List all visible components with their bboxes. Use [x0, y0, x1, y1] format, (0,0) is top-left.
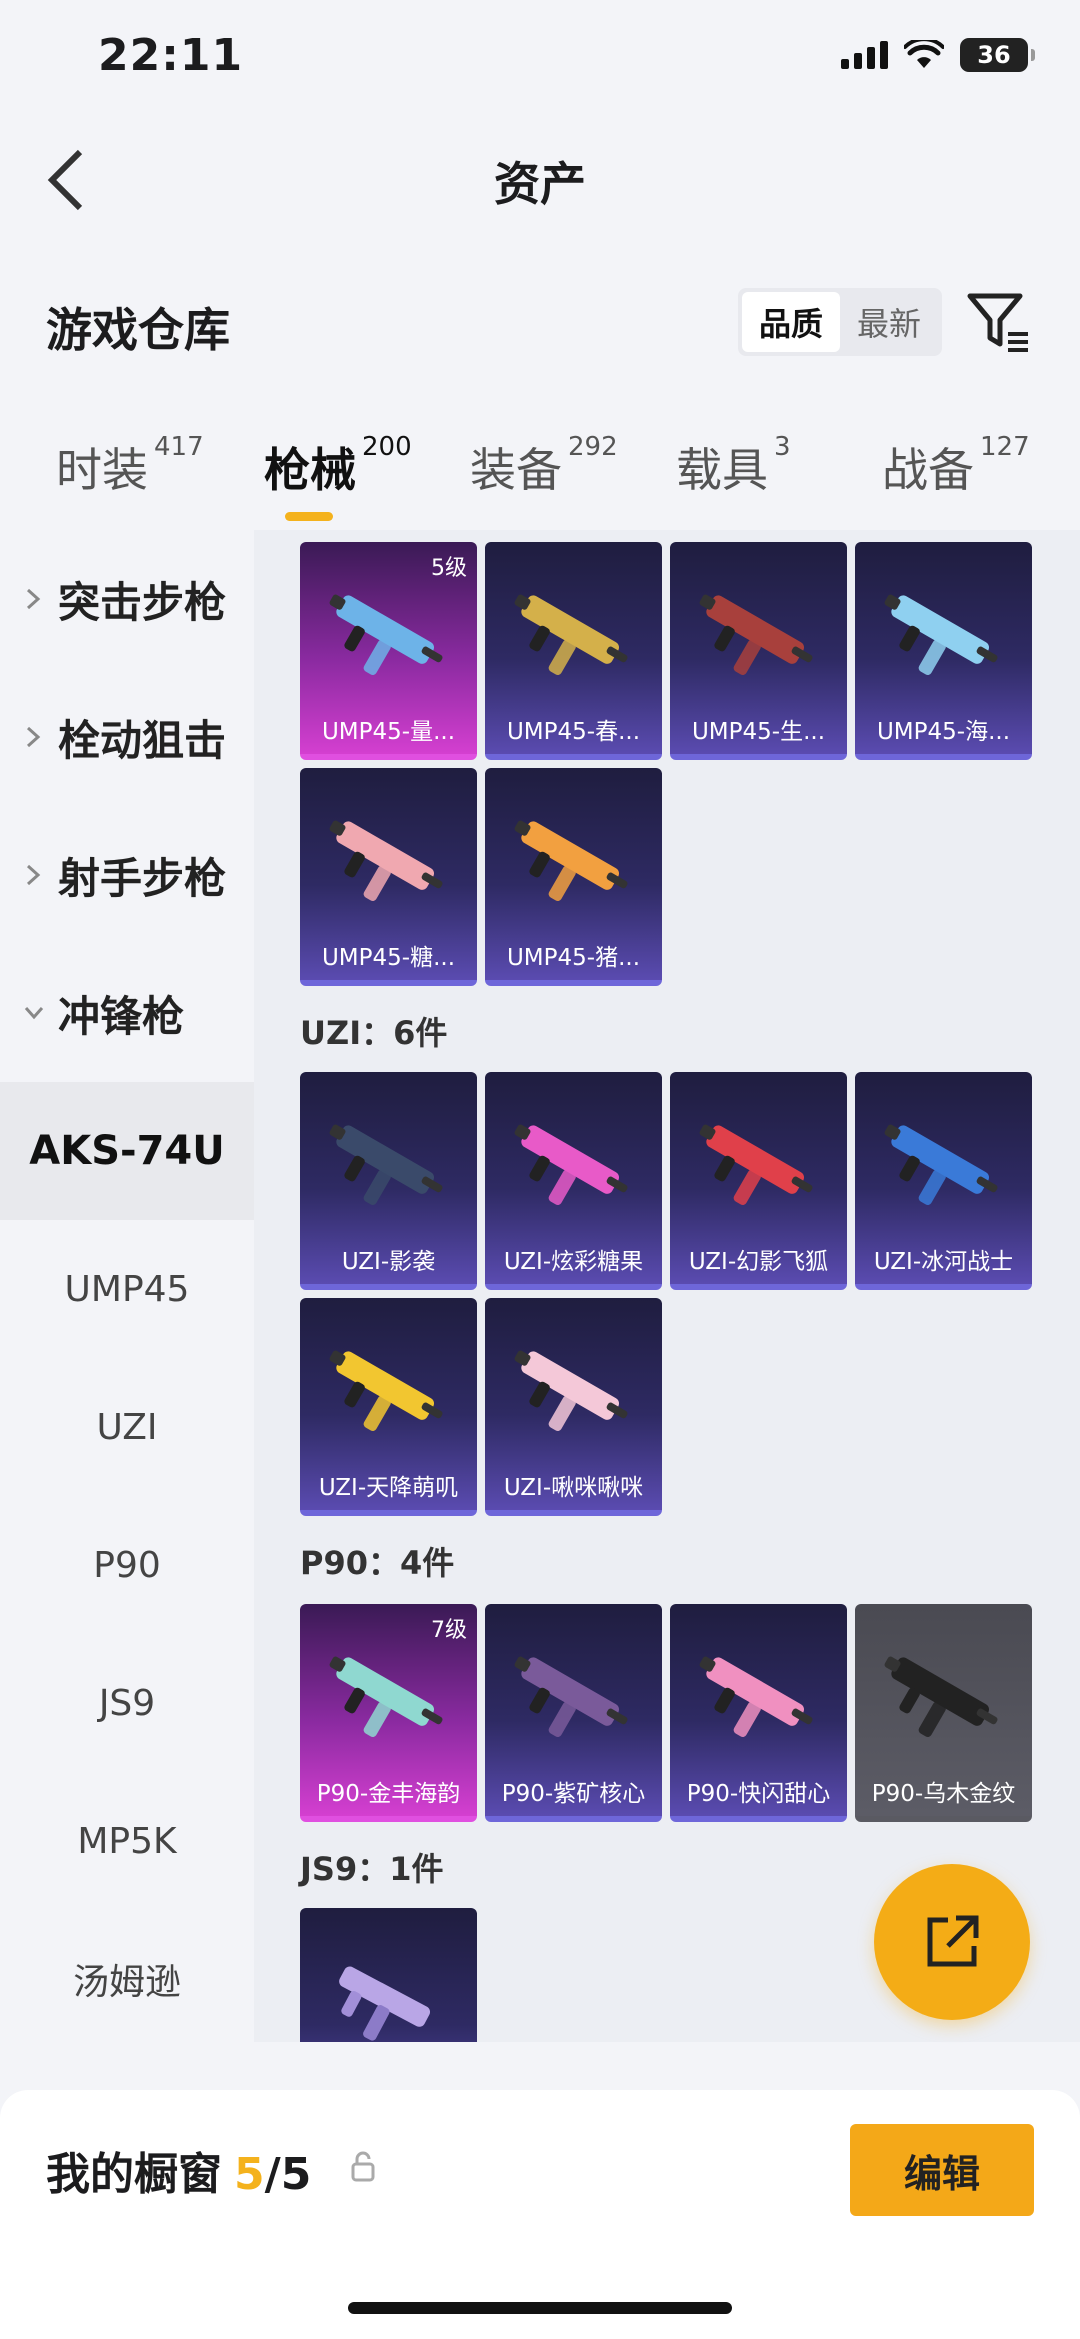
- weapon-card[interactable]: UMP45-猪...: [485, 768, 662, 986]
- p90-grid: 7级 P90-金丰海韵 P90-紫矿核心 P90-快闪甜心 P90-乌木金纹: [300, 1604, 1032, 1822]
- weapon-name: UZI-影袭: [341, 1249, 436, 1275]
- weapon-card[interactable]: UMP45-春...: [485, 542, 662, 760]
- showcase-label: 我的橱窗 5 /5: [46, 2149, 312, 2200]
- sidebar-item-aks74u[interactable]: AKS-74U: [0, 1082, 254, 1220]
- weapon-card[interactable]: P90-紫矿核心: [485, 1604, 662, 1822]
- smg-skin-icon: [514, 820, 628, 902]
- weapon-card[interactable]: UZI-冰河战士: [855, 1072, 1032, 1290]
- smg-skin-icon: [514, 1124, 628, 1206]
- weapon-card[interactable]: UZI-天降萌叽: [300, 1298, 477, 1516]
- weapon-name: UZI-冰河战士: [873, 1249, 1014, 1275]
- filter-button[interactable]: [966, 290, 1032, 356]
- sidebar-item-ump45[interactable]: UMP45: [0, 1220, 254, 1358]
- weapon-name: UMP45-糖...: [321, 945, 456, 971]
- sort-newest-button[interactable]: 最新: [840, 292, 938, 352]
- weapon-name: UMP45-生...: [691, 719, 826, 745]
- sidebar-item-assault-rifle[interactable]: 突击步枪: [0, 530, 254, 668]
- tab-equipment[interactable]: 装备 292: [470, 432, 618, 500]
- smg-skin-icon: [514, 1656, 628, 1738]
- smg-skin-icon: [514, 1350, 628, 1432]
- status-icons: 36: [841, 38, 1035, 72]
- smg-skin-icon: [329, 1656, 443, 1738]
- chevron-right-icon: [26, 726, 41, 748]
- weapon-card[interactable]: UZI-影袭: [300, 1072, 477, 1290]
- share-icon: [927, 1915, 979, 1967]
- weapon-name: UMP45-猪...: [506, 945, 641, 971]
- share-button[interactable]: [874, 1864, 1030, 2020]
- weapon-name: P90-金丰海韵: [316, 1781, 461, 1807]
- weapon-card[interactable]: 7级 P90-金丰海韵: [300, 1604, 477, 1822]
- weapon-name: UZI-啾咪啾咪: [503, 1475, 644, 1501]
- smg-skin-icon: [329, 594, 443, 676]
- weapon-card[interactable]: UZI-幻影飞狐: [670, 1072, 847, 1290]
- smg-skin-icon: [884, 1124, 998, 1206]
- page-title: 资产: [494, 157, 586, 211]
- weapon-card[interactable]: UMP45-生...: [670, 542, 847, 760]
- sidebar-item-js9[interactable]: JS9: [0, 1634, 254, 1772]
- chevron-down-icon: [24, 1007, 44, 1020]
- sidebar-item-bolt-sniper[interactable]: 栓动狙击: [0, 668, 254, 806]
- chevron-right-icon: [26, 864, 41, 886]
- weapon-name: P90-乌木金纹: [871, 1781, 1016, 1807]
- weapon-name: UZI-幻影飞狐: [688, 1249, 829, 1275]
- tab-firearms[interactable]: 枪械 200: [264, 432, 412, 500]
- js9-group-header: JS9：1件: [300, 1850, 444, 1888]
- p90-group-header: P90：4件: [300, 1544, 455, 1582]
- sort-quality-button[interactable]: 品质: [742, 292, 840, 352]
- weapon-card[interactable]: UZI-炫彩糖果: [485, 1072, 662, 1290]
- weapon-name: P90-快闪甜心: [686, 1781, 831, 1807]
- smg-skin-icon: [699, 1124, 813, 1206]
- ump45-grid: 5级 UMP45-量... UMP45-春... UMP45-生... UMP45-海.…: [300, 542, 1032, 986]
- weapon-name: UZI-天降萌叽: [318, 1475, 459, 1501]
- status-time: 22:11: [98, 30, 244, 81]
- sidebar-item-mp5k[interactable]: MP5K: [0, 1772, 254, 1910]
- signal-icon: [841, 41, 888, 69]
- uzi-group-header: UZI：6件: [300, 1014, 448, 1052]
- category-tabs: 时装 417 枪械 200 装备 292 载具 3 战备 127: [0, 420, 1080, 530]
- tab-supplies[interactable]: 战备 127: [882, 432, 1030, 500]
- weapon-card[interactable]: P90-乌木金纹: [855, 1604, 1032, 1822]
- weapon-card[interactable]: P90-快闪甜心: [670, 1604, 847, 1822]
- weapon-name: UMP45-量...: [321, 719, 456, 745]
- weapon-name: UMP45-海...: [876, 719, 1011, 745]
- uzi-grid: UZI-影袭 UZI-炫彩糖果 UZI-幻影飞狐 UZI-冰河战士 UZI-天降萌叽 UZ…: [300, 1072, 1032, 1516]
- tab-vehicles[interactable]: 载具 3: [676, 432, 791, 500]
- edit-button[interactable]: 编辑: [850, 2124, 1034, 2216]
- weapon-card[interactable]: UZI-啾咪啾咪: [485, 1298, 662, 1516]
- smg-skin-icon: [329, 1124, 443, 1206]
- smg-skin-icon: [699, 594, 813, 676]
- section-title: 游戏仓库: [46, 303, 230, 357]
- weapon-card[interactable]: UMP45-糖...: [300, 768, 477, 986]
- wifi-icon: [904, 40, 944, 68]
- sidebar-item-p90[interactable]: P90: [0, 1496, 254, 1634]
- battery-icon: 36: [960, 38, 1035, 72]
- weapon-name: P90-紫矿核心: [501, 1781, 646, 1807]
- sidebar-item-marksman-rifle[interactable]: 射手步枪: [0, 806, 254, 944]
- sidebar-item-uzi[interactable]: UZI: [0, 1358, 254, 1496]
- home-indicator: [348, 2302, 732, 2314]
- smg-skin-icon: [699, 1656, 813, 1738]
- smg-skin-icon: [329, 820, 443, 902]
- weapon-card[interactable]: 5级 UMP45-量...: [300, 542, 477, 760]
- smg-skin-icon: [884, 1656, 998, 1738]
- sort-toggle: 品质 最新: [738, 288, 942, 356]
- smg-skin-icon: [339, 1966, 431, 2041]
- active-tab-indicator: [285, 512, 333, 521]
- tab-fashion[interactable]: 时装 417: [56, 432, 204, 500]
- weapon-card[interactable]: UMP45-海...: [855, 542, 1032, 760]
- chevron-right-icon: [26, 588, 41, 610]
- weapon-grid-area: 5级 UMP45-量... UMP45-春... UMP45-生... UMP45-海.…: [254, 530, 1080, 2042]
- sidebar-item-thompson[interactable]: 汤姆逊: [0, 1910, 254, 2048]
- lock-icon: [351, 2151, 375, 2182]
- filter-icon: [967, 293, 1028, 352]
- smg-skin-icon: [329, 1350, 443, 1432]
- sidebar-item-smg[interactable]: 冲锋枪: [0, 944, 254, 1082]
- status-bar: 22:11 36: [0, 0, 1080, 120]
- smg-skin-icon: [514, 594, 628, 676]
- smg-skin-icon: [884, 594, 998, 676]
- weapon-card[interactable]: [300, 1908, 477, 2042]
- weapon-sidebar: 突击步枪 栓动狙击 射手步枪 冲锋枪 AKS-74U UMP45 UZI P90…: [0, 530, 254, 2042]
- weapon-name: UMP45-春...: [506, 719, 641, 745]
- weapon-name: UZI-炫彩糖果: [503, 1249, 644, 1275]
